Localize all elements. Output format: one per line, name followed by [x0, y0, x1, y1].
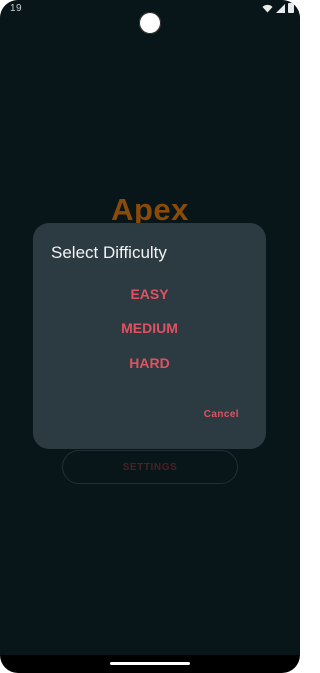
wifi-icon — [262, 4, 273, 12]
status-time: 19 — [10, 3, 23, 14]
status-icons — [262, 3, 294, 13]
option-easy[interactable]: EASY — [33, 286, 266, 302]
option-hard[interactable]: HARD — [33, 355, 266, 371]
cancel-button[interactable]: Cancel — [204, 409, 239, 420]
settings-button[interactable]: SETTINGS — [62, 450, 238, 484]
home-indicator[interactable] — [110, 662, 190, 665]
battery-icon — [288, 3, 294, 13]
option-medium[interactable]: MEDIUM — [33, 320, 266, 336]
app-screen: 19 Apex SETTINGS Select Difficulty EASY … — [0, 0, 300, 655]
camera-cutout — [139, 12, 161, 34]
difficulty-dialog: Select Difficulty EASY MEDIUM HARD Cance… — [33, 223, 266, 449]
signal-icon — [276, 3, 285, 13]
dialog-title: Select Difficulty — [51, 243, 167, 262]
phone-frame: 19 Apex SETTINGS Select Difficulty EASY … — [0, 0, 300, 673]
